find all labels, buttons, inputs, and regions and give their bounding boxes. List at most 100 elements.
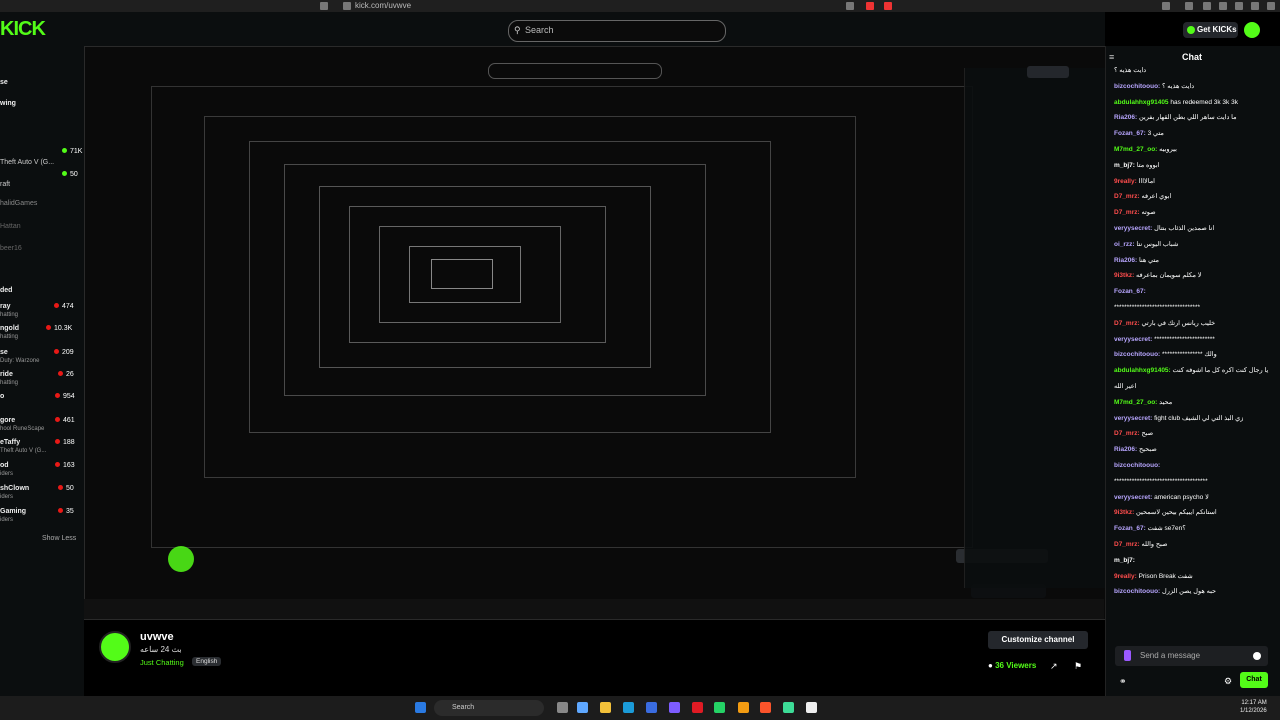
chat-username[interactable]: D7_mrz: [1114, 541, 1140, 548]
chat-username[interactable]: Fozan_67: [1114, 525, 1146, 532]
sidebar-live-name[interactable]: ride [0, 371, 13, 378]
chat-username[interactable]: 9i3tkz: [1114, 509, 1134, 516]
chat-username[interactable]: veryysecret: [1114, 225, 1152, 232]
shield-icon[interactable] [1251, 2, 1259, 10]
chat-text: ************************************* [1114, 477, 1208, 485]
share-icon[interactable]: ↗ [1050, 661, 1058, 672]
chat-username[interactable]: bizcochitoouo: [1114, 83, 1160, 90]
discord-icon[interactable] [669, 702, 680, 713]
channel-avatar[interactable] [99, 631, 131, 663]
chat-username[interactable]: Ria206: [1114, 446, 1137, 453]
chat-message: D7_mrz: خليب ريانس ارتك في بارتي [1114, 319, 1215, 328]
sidebar-channel-name[interactable]: beer16 [0, 245, 22, 252]
sidebar-live-name[interactable]: se [0, 349, 8, 356]
chat-username[interactable]: 9i3tkz: [1114, 272, 1134, 279]
sidebar-live-category: iders [0, 471, 14, 477]
app-icon[interactable] [738, 702, 749, 713]
bookmark-icon[interactable] [320, 2, 328, 10]
chat-username[interactable]: Ria206: [1114, 114, 1137, 121]
sidebar-channel-name[interactable]: raft [0, 181, 10, 188]
sidebar-channel-name[interactable]: Theft Auto V (G... [0, 159, 54, 166]
collapse-chat-icon[interactable]: ≡ [1109, 52, 1114, 62]
chat-username[interactable]: bizcochitoouo: [1114, 351, 1160, 358]
show-less-button[interactable]: Show Less [42, 535, 76, 542]
share-icon[interactable] [846, 2, 854, 10]
chat-username[interactable]: m_bj7: [1114, 162, 1135, 169]
edge-icon[interactable] [623, 702, 634, 713]
chat-username[interactable]: abdulahhxg91405 [1114, 99, 1169, 106]
task-view-icon[interactable] [557, 702, 568, 713]
chat-username[interactable]: 9really: [1114, 573, 1137, 580]
emoji-icon[interactable] [1253, 652, 1261, 660]
chat-username[interactable]: Ria206: [1114, 257, 1137, 264]
sidebar-live-name[interactable]: eTaffy [0, 439, 20, 446]
chat-username[interactable]: bizcochitoouo: [1114, 588, 1160, 595]
sidebar-live-name[interactable]: ngold [0, 325, 19, 332]
gear-icon[interactable]: ⚙ [1224, 676, 1232, 687]
kick-logo[interactable]: KICK [0, 18, 46, 41]
address-bar[interactable]: kick.com/uvwve [355, 0, 411, 12]
store-icon[interactable] [646, 702, 657, 713]
site-info-icon[interactable] [343, 2, 351, 10]
link-icon[interactable]: ⚭ [1119, 676, 1127, 687]
app-icon[interactable] [692, 702, 703, 713]
window-icon[interactable] [1203, 2, 1211, 10]
chat-username[interactable]: veryysecret: [1114, 415, 1152, 422]
extension-icon[interactable] [866, 2, 874, 10]
download-icon[interactable] [1219, 2, 1227, 10]
stream-category[interactable]: Just Chatting [140, 658, 184, 667]
channel-name[interactable]: uvwve [140, 631, 174, 643]
chat-username[interactable]: oi_rzz: [1114, 241, 1135, 248]
chat-username[interactable]: veryysecret: [1114, 336, 1152, 343]
chat-username[interactable]: Fozan_67: [1114, 130, 1146, 137]
history-icon[interactable] [1185, 2, 1193, 10]
chat-username[interactable]: bizcochitoouo: [1114, 462, 1160, 469]
user-avatar[interactable] [1244, 22, 1260, 38]
sidebar-live-category: iders [0, 494, 14, 500]
sidebar-live-category: hool RuneScape [0, 426, 45, 432]
sidebar-live-name[interactable]: shClown [0, 485, 29, 492]
app-icon[interactable] [783, 702, 794, 713]
copilot-icon[interactable] [577, 702, 588, 713]
chat-username[interactable]: M7md_27_oo: [1114, 146, 1157, 153]
file-explorer-icon[interactable] [600, 702, 611, 713]
chat-username[interactable]: D7_mrz: [1114, 193, 1140, 200]
chat-text: شباب اليوس نتا [1136, 240, 1179, 248]
chat-username[interactable]: M7md_27_oo: [1114, 399, 1157, 406]
customize-channel-button[interactable]: Customize channel [988, 631, 1088, 649]
chat-text: محيد [1159, 398, 1173, 406]
sidebar-channel-name[interactable]: Hattan [0, 223, 21, 230]
sidebar-live-name[interactable]: o [0, 393, 4, 400]
start-icon[interactable] [415, 702, 426, 713]
whatsapp-icon[interactable] [714, 702, 725, 713]
chat-username[interactable]: Fozan_67: [1114, 288, 1146, 295]
extension-icon[interactable] [884, 2, 892, 10]
chat-username[interactable]: m_bj7: [1114, 557, 1135, 564]
chat-username[interactable]: veryysecret: [1114, 494, 1152, 501]
sidebar-channel-name[interactable]: halidGames [0, 200, 37, 207]
chat-text: Prison Break شفت [1138, 572, 1193, 580]
sidebar-live-name[interactable]: gore [0, 417, 15, 424]
stream-video[interactable] [84, 46, 1105, 620]
microphone-icon[interactable] [1124, 650, 1131, 661]
tab-icon[interactable] [1162, 2, 1170, 10]
chat-message: D7_mrz: صبح والله [1114, 540, 1168, 549]
menu-icon[interactable] [1267, 2, 1275, 10]
notepad-icon[interactable] [806, 702, 817, 713]
system-clock[interactable]: 12:17 AM 1/12/2026 [1240, 699, 1267, 715]
profile-icon[interactable] [1235, 2, 1243, 10]
sidebar-item-browse[interactable]: se [0, 79, 8, 86]
send-chat-button[interactable]: Chat [1240, 672, 1268, 688]
chat-username[interactable]: D7_mrz: [1114, 430, 1140, 437]
sidebar-live-name[interactable]: od [0, 462, 9, 469]
report-icon[interactable]: ⚑ [1074, 661, 1082, 672]
chat-username[interactable]: abdulahhxg91405: [1114, 367, 1171, 374]
sidebar-live-name[interactable]: Gaming [0, 508, 26, 515]
brave-icon[interactable] [760, 702, 771, 713]
chat-username[interactable]: D7_mrz: [1114, 320, 1140, 327]
sidebar-live-name[interactable]: ray [0, 303, 11, 310]
chat-username[interactable]: 9really: [1114, 178, 1137, 185]
chat-username[interactable]: D7_mrz: [1114, 209, 1140, 216]
sidebar-item-following[interactable]: wing [0, 100, 16, 107]
taskbar-search[interactable]: Search [434, 700, 544, 716]
